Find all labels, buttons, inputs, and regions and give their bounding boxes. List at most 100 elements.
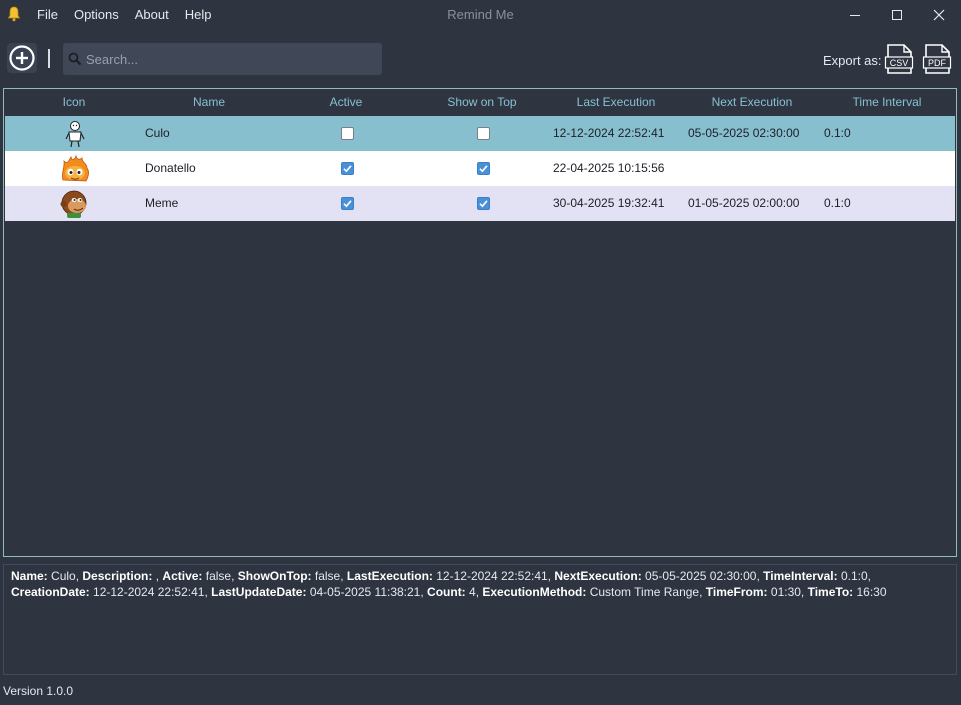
checkbox-checked[interactable] (340, 162, 354, 175)
search-input[interactable] (86, 43, 382, 75)
column-header-time-interval[interactable]: Time Interval (842, 89, 932, 116)
row-time-interval: 0.1:0 (824, 196, 851, 210)
grid-header: Icon Name Active Show on Top Last Execut… (4, 89, 956, 116)
minimize-button[interactable] (833, 0, 877, 30)
detail-key: Name: (11, 569, 48, 583)
row-next-execution: 05-05-2025 02:30:00 (688, 126, 800, 140)
detail-value: 05-05-2025 02:30:00, (641, 569, 764, 583)
monkey-face-icon (60, 190, 87, 218)
row-name: Meme (145, 196, 179, 210)
detail-key: TimeTo: (807, 585, 854, 599)
reminders-grid[interactable]: Icon Name Active Show on Top Last Execut… (3, 88, 957, 557)
minimize-icon (850, 15, 860, 16)
row-active-checkbox[interactable] (337, 116, 357, 151)
detail-value: Custom Time Range, (586, 585, 706, 599)
detail-key: LastUpdateDate: (211, 585, 307, 599)
maximize-button[interactable] (875, 0, 919, 30)
detail-key: TimeInterval: (763, 569, 838, 583)
table-row[interactable]: Culo 12-12-2024 22:52:41 05-05-2025 02:3… (5, 116, 955, 151)
checkmark-icon (478, 200, 488, 208)
search-icon (68, 52, 82, 66)
detail-value: , (152, 569, 163, 583)
detail-value: 12-12-2024 22:52:41, (89, 585, 212, 599)
detail-value: 0.1:0, (837, 569, 871, 583)
row-name: Donatello (145, 161, 196, 175)
detail-key: Description: (82, 569, 153, 583)
checkmark-icon (342, 165, 352, 173)
row-last-execution: 22-04-2025 10:15:56 (553, 161, 665, 175)
column-header-show-on-top[interactable]: Show on Top (432, 89, 532, 116)
row-name: Culo (145, 126, 170, 140)
detail-key: ExecutionMethod: (482, 585, 587, 599)
add-reminder-button[interactable] (7, 43, 37, 73)
version-label: Version 1.0.0 (3, 684, 74, 698)
plus-circle-icon (9, 45, 35, 71)
row-show-on-top-checkbox[interactable] (473, 151, 493, 186)
export-csv-button[interactable]: CSV (884, 44, 914, 75)
checkmark-icon (478, 165, 488, 173)
detail-value: 4, (465, 585, 483, 599)
export-label: Export as: (823, 53, 882, 68)
stick-figure-icon (65, 120, 85, 147)
details-panel: Name: Culo, Description: , Active: false… (3, 564, 957, 675)
detail-key: NextExecution: (554, 569, 642, 583)
close-icon (933, 9, 945, 21)
csv-file-icon: CSV (884, 44, 914, 74)
column-header-name[interactable]: Name (169, 89, 249, 116)
detail-key: ShowOnTop: (237, 569, 312, 583)
bell-icon (7, 6, 21, 22)
row-next-execution: 01-05-2025 02:00:00 (688, 196, 800, 210)
csv-label: CSV (890, 58, 909, 68)
export-pdf-button[interactable]: PDF (922, 44, 952, 75)
close-button[interactable] (917, 0, 961, 30)
menu-about[interactable]: About (127, 0, 177, 30)
detail-key: TimeFrom: (705, 585, 768, 599)
title-bar: File Options About Help Remind Me (0, 0, 961, 30)
checkbox-checked[interactable] (476, 197, 490, 210)
detail-value: Culo, (47, 569, 83, 583)
detail-value: false, (202, 569, 238, 583)
column-header-active[interactable]: Active (306, 89, 386, 116)
menu-options[interactable]: Options (66, 0, 127, 30)
row-next-execution (688, 151, 818, 186)
menu-file[interactable]: File (29, 0, 66, 30)
table-row[interactable]: Meme 30-04-2025 19:32:41 01-05-2025 02:0… (5, 186, 955, 221)
column-header-next-execution[interactable]: Next Execution (700, 89, 804, 116)
detail-value: false, (311, 569, 347, 583)
row-show-on-top-checkbox[interactable] (473, 116, 493, 151)
detail-key: Active: (162, 569, 203, 583)
row-active-checkbox[interactable] (337, 186, 357, 221)
row-active-checkbox[interactable] (337, 151, 357, 186)
checkmark-icon (342, 200, 352, 208)
row-icon-cell (55, 186, 95, 221)
row-time-interval (824, 151, 904, 186)
row-time-interval: 0.1:0 (824, 126, 851, 140)
detail-key: CreationDate: (11, 585, 90, 599)
detail-key: Count: (427, 585, 466, 599)
maximize-icon (892, 10, 902, 20)
table-row[interactable]: Donatello 22-04-2025 10:15:56 (5, 151, 955, 186)
checkbox-unchecked[interactable] (340, 127, 354, 140)
row-last-execution: 30-04-2025 19:32:41 (553, 196, 665, 210)
checkbox-checked[interactable] (476, 162, 490, 175)
flame-face-icon (62, 153, 89, 181)
detail-value: 04-05-2025 11:38:21, (306, 585, 428, 599)
menu-bar: File Options About Help (29, 0, 220, 30)
column-header-last-execution[interactable]: Last Execution (566, 89, 666, 116)
column-header-icon[interactable]: Icon (44, 89, 104, 116)
detail-value: 12-12-2024 22:52:41, (432, 569, 555, 583)
checkbox-unchecked[interactable] (476, 127, 490, 140)
row-last-execution: 12-12-2024 22:52:41 (553, 126, 665, 140)
detail-value: 16:30 (853, 585, 887, 599)
row-show-on-top-checkbox[interactable] (473, 186, 493, 221)
menu-help[interactable]: Help (177, 0, 220, 30)
pdf-label: PDF (928, 58, 947, 68)
row-icon-cell (55, 151, 95, 186)
row-icon-cell (55, 116, 95, 151)
detail-key: LastExecution: (346, 569, 433, 583)
detail-value: 01:30, (767, 585, 808, 599)
pdf-file-icon: PDF (922, 44, 952, 74)
toolbar-separator (48, 49, 50, 68)
checkbox-checked[interactable] (340, 197, 354, 210)
search-box (63, 43, 382, 75)
